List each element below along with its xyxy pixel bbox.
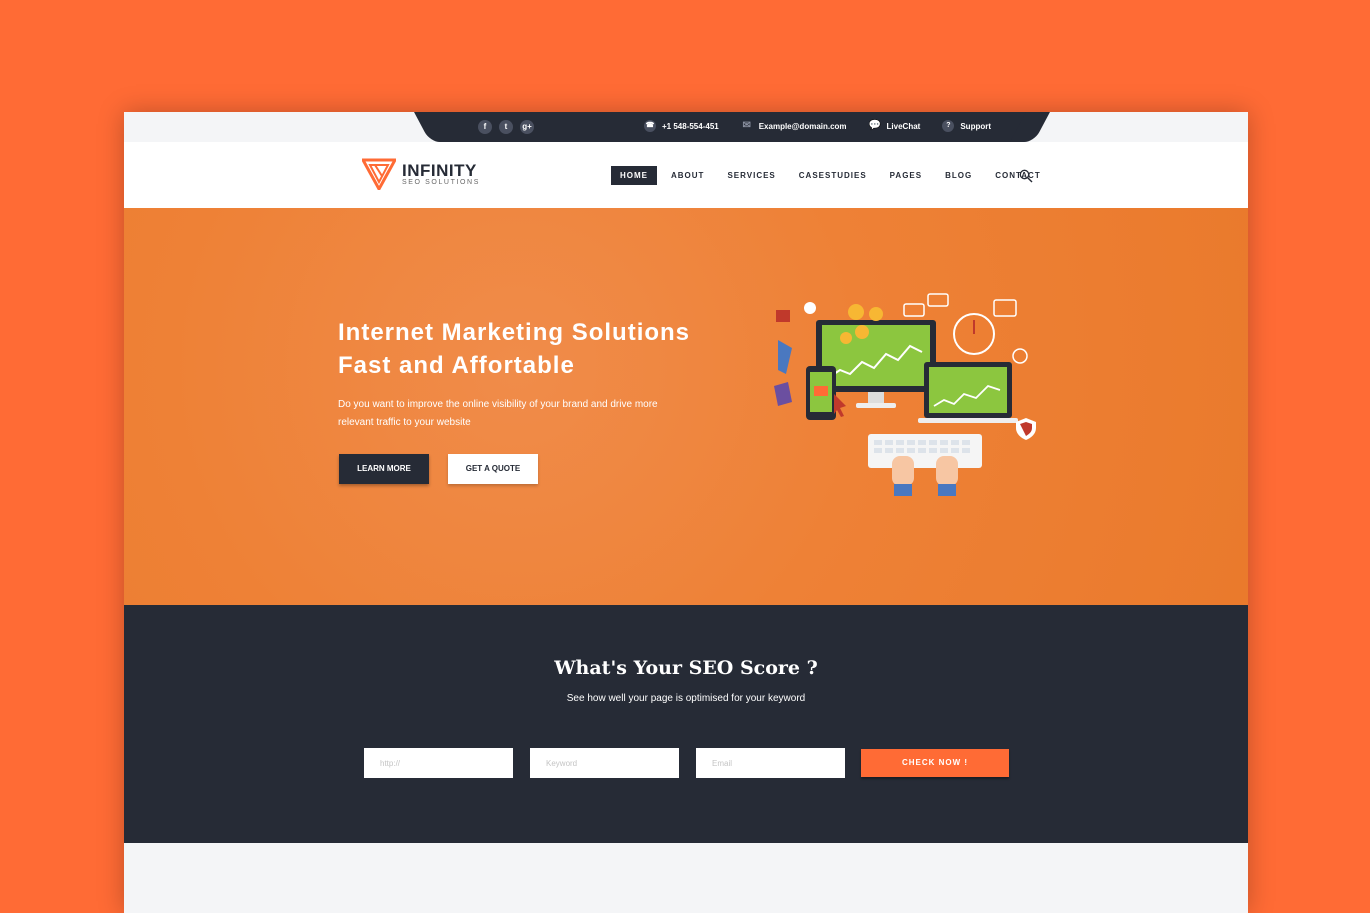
email-input[interactable]	[696, 748, 845, 778]
check-now-button[interactable]: CHECK NOW !	[861, 749, 1009, 777]
nav-casestudies[interactable]: CASESTUDIES	[790, 166, 876, 185]
contact-info: ☎ +1 548-554-451 ✉ Example@domain.com 💬 …	[644, 120, 991, 132]
main-nav: HOME ABOUT SERVICES CASESTUDIES PAGES BL…	[611, 166, 1055, 185]
twitter-icon[interactable]: t	[499, 120, 513, 134]
support-icon: ?	[942, 120, 955, 132]
nav-blog[interactable]: BLOG	[936, 166, 981, 185]
email-link[interactable]: ✉ Example@domain.com	[741, 120, 847, 132]
social-links: f t g+	[478, 120, 534, 134]
hero-title-line2: Fast and Affortable	[338, 352, 575, 379]
marketing-illustration-image	[774, 293, 1036, 496]
logo[interactable]: INFINITY SEO SOLUTIONS	[362, 158, 480, 190]
google-plus-icon[interactable]: g+	[520, 120, 534, 134]
nav-services[interactable]: SERVICES	[718, 166, 784, 185]
support-text: Support	[960, 121, 992, 131]
site-header: INFINITY SEO SOLUTIONS HOME ABOUT SERVIC…	[124, 142, 1248, 208]
infinity-logo-icon	[362, 158, 396, 190]
phone-icon: ☎	[644, 120, 656, 132]
seo-title: What's Your SEO Score ?	[554, 657, 818, 679]
nav-pages[interactable]: PAGES	[881, 166, 931, 185]
phone-text: +1 548-554-451	[662, 121, 719, 131]
livechat-text: LiveChat	[886, 121, 921, 131]
keyword-input[interactable]	[530, 748, 679, 778]
seo-score-section: What's Your SEO Score ? See how well you…	[124, 605, 1248, 843]
chat-icon: 💬	[868, 120, 881, 131]
facebook-icon[interactable]: f	[478, 120, 492, 134]
top-bar: f t g+ ☎ +1 548-554-451 ✉ Example@domain…	[434, 112, 1030, 142]
logo-subtitle: SEO SOLUTIONS	[402, 179, 480, 186]
seo-subtitle: See how well your page is optimised for …	[566, 693, 806, 704]
url-input[interactable]	[364, 748, 513, 778]
hero-section: Internet Marketing Solutions Fast and Af…	[124, 208, 1248, 605]
hero-title-line1: Internet Marketing Solutions	[338, 319, 691, 346]
hero-title: Internet Marketing Solutions Fast and Af…	[338, 316, 758, 382]
get-quote-button[interactable]: GET A QUOTE	[448, 454, 538, 484]
search-icon[interactable]	[1019, 169, 1033, 183]
hero-description: Do you want to improve the online visibi…	[338, 399, 658, 428]
nav-about[interactable]: ABOUT	[662, 166, 713, 185]
browser-frame: f t g+ ☎ +1 548-554-451 ✉ Example@domain…	[124, 112, 1248, 913]
learn-more-button[interactable]: LEARN MORE	[339, 454, 429, 484]
support-link[interactable]: ? Support	[942, 120, 991, 132]
nav-home[interactable]: HOME	[611, 166, 657, 185]
phone-link[interactable]: ☎ +1 548-554-451	[644, 120, 719, 132]
email-text: Example@domain.com	[758, 121, 847, 131]
envelope-icon: ✉	[742, 120, 751, 131]
nav-contact[interactable]: CONTACT	[986, 166, 1050, 185]
livechat-link[interactable]: 💬 LiveChat	[869, 120, 921, 132]
logo-title: INFINITY	[402, 161, 477, 180]
next-section	[124, 843, 1248, 913]
